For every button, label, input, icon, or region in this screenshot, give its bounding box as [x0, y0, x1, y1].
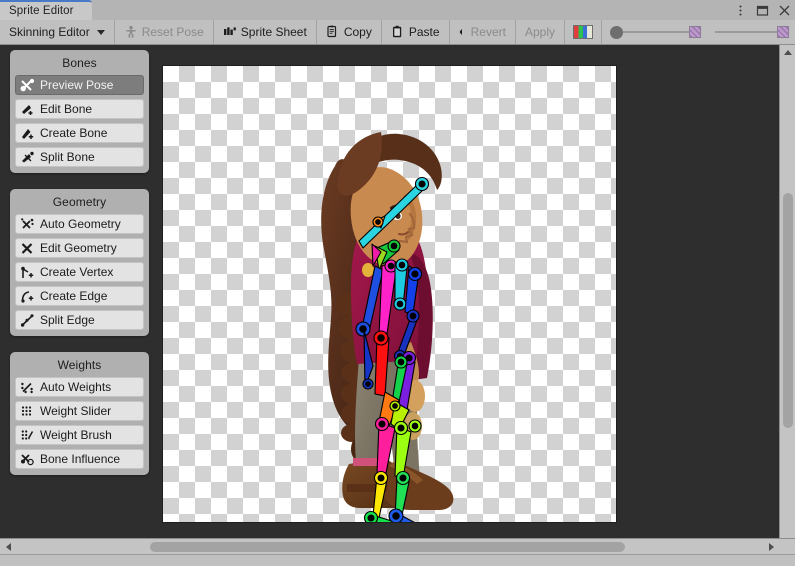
edit-bone-icon: [20, 102, 35, 117]
create-edge-icon: [20, 289, 35, 304]
horizontal-scrollbar[interactable]: [0, 538, 795, 554]
tool-create-bone[interactable]: Create Bone: [15, 123, 144, 143]
tool-weight-brush[interactable]: Weight Brush: [15, 425, 144, 445]
weight-slider-icon: [20, 404, 35, 419]
tool-edit-geometry-label: Edit Geometry: [40, 241, 117, 255]
copy-button[interactable]: Copy: [317, 20, 382, 44]
vertical-scrollbar-thumb[interactable]: [783, 193, 793, 428]
weight-brush-icon: [20, 428, 35, 443]
arrow-up-icon: [784, 50, 792, 55]
scroll-left-button[interactable]: [0, 539, 16, 555]
copy-label: Copy: [344, 25, 372, 39]
tool-weight-slider-label: Weight Slider: [40, 404, 111, 418]
create-vertex-icon: [20, 265, 35, 280]
tool-auto-weights-label: Auto Weights: [40, 380, 111, 394]
arrow-left-icon: [6, 543, 11, 551]
tool-bone-influence-label: Bone Influence: [40, 452, 120, 466]
paste-label: Paste: [409, 25, 440, 39]
tool-split-bone[interactable]: Split Bone: [15, 147, 144, 167]
vertical-scrollbar[interactable]: [779, 45, 795, 550]
sprite-sheet-button[interactable]: Sprite Sheet: [214, 20, 317, 44]
tool-edit-bone-label: Edit Bone: [40, 102, 92, 116]
weights-panel: Weights Auto Weights: [10, 352, 149, 475]
close-icon[interactable]: [778, 4, 791, 17]
auto-weights-icon: [20, 380, 35, 395]
more-options-icon[interactable]: [734, 4, 747, 17]
revert-label: Revert: [471, 25, 506, 39]
window-controls: [734, 0, 791, 20]
tool-preview-pose[interactable]: Preview Pose: [15, 75, 144, 95]
toolbar: Skinning Editor Reset Pose: [0, 20, 795, 45]
mode-dropdown[interactable]: Skinning Editor: [0, 20, 115, 44]
edit-geometry-icon: [20, 241, 35, 256]
revert-button[interactable]: Revert: [462, 20, 516, 44]
arrow-right-icon: [769, 543, 774, 551]
tab-label: Sprite Editor: [0, 5, 74, 17]
create-bone-icon: [20, 126, 35, 141]
secondary-slider-track[interactable]: [715, 31, 777, 33]
geometry-panel: Geometry Auto Geometry: [10, 189, 149, 336]
sprite-canvas[interactable]: [163, 66, 616, 522]
editor-content: Bones Preview Pose: [0, 45, 779, 550]
tool-weight-brush-label: Weight Brush: [40, 428, 112, 442]
copy-icon: [326, 25, 340, 39]
reset-pose-icon: [124, 25, 138, 39]
split-edge-icon: [20, 313, 35, 328]
color-channel-icon: [573, 25, 593, 39]
reset-pose-label: Reset Pose: [142, 25, 204, 39]
tool-split-edge-label: Split Edge: [40, 313, 95, 327]
tool-create-vertex[interactable]: Create Vertex: [15, 262, 144, 282]
tool-edit-bone[interactable]: Edit Bone: [15, 99, 144, 119]
weights-panel-title: Weights: [15, 355, 144, 377]
tool-create-edge[interactable]: Create Edge: [15, 286, 144, 306]
paste-button[interactable]: Paste: [382, 20, 450, 44]
tool-edit-geometry[interactable]: Edit Geometry: [15, 238, 144, 258]
apply-label: Apply: [525, 25, 555, 39]
opacity-slider-thumb[interactable]: [610, 26, 623, 39]
chevron-down-icon: [97, 30, 105, 35]
tool-create-bone-label: Create Bone: [40, 126, 107, 140]
preview-pose-icon: [20, 78, 35, 93]
scroll-right-button[interactable]: [763, 539, 779, 555]
sprite-editor-window: Sprite Editor: [0, 0, 795, 566]
tool-split-edge[interactable]: Split Edge: [15, 310, 144, 330]
bone-rig-overlay[interactable]: [163, 66, 616, 522]
tool-bone-influence[interactable]: Bone Influence: [15, 449, 144, 469]
tab-sprite-editor[interactable]: Sprite Editor: [0, 0, 92, 20]
secondary-slider[interactable]: [707, 20, 795, 44]
title-bar: Sprite Editor: [0, 0, 795, 20]
split-bone-icon: [20, 150, 35, 165]
sprite-sheet-label: Sprite Sheet: [241, 25, 307, 39]
bones-panel: Bones Preview Pose: [10, 50, 149, 173]
tool-preview-pose-label: Preview Pose: [40, 78, 113, 92]
opacity-slider[interactable]: [602, 20, 707, 44]
bone-influence-icon: [20, 452, 35, 467]
opacity-slider-track[interactable]: [623, 31, 689, 33]
geometry-panel-title: Geometry: [15, 192, 144, 214]
visibility-button[interactable]: Visibil: [450, 20, 462, 44]
tool-auto-geometry[interactable]: Auto Geometry: [15, 214, 144, 234]
apply-button[interactable]: Apply: [516, 20, 565, 44]
tool-create-vertex-label: Create Vertex: [40, 265, 113, 279]
color-channel-button[interactable]: [565, 20, 602, 44]
tool-weight-slider[interactable]: Weight Slider: [15, 401, 144, 421]
sprite-sheet-icon: [223, 25, 237, 39]
tool-split-bone-label: Split Bone: [40, 150, 95, 164]
maximize-icon[interactable]: [756, 4, 769, 17]
secondary-slider-end-icon: [777, 26, 789, 38]
reset-pose-button[interactable]: Reset Pose: [115, 20, 214, 44]
horizontal-scrollbar-thumb[interactable]: [150, 542, 625, 552]
mode-dropdown-label: Skinning Editor: [9, 25, 90, 39]
paste-icon: [391, 25, 405, 39]
bones-panel-title: Bones: [15, 53, 144, 75]
tool-auto-geometry-label: Auto Geometry: [40, 217, 121, 231]
scroll-up-button[interactable]: [780, 46, 795, 59]
status-bar: [0, 554, 795, 566]
tool-auto-weights[interactable]: Auto Weights: [15, 377, 144, 397]
opacity-slider-end-icon: [689, 26, 701, 38]
tool-create-edge-label: Create Edge: [40, 289, 107, 303]
auto-geometry-icon: [20, 217, 35, 232]
